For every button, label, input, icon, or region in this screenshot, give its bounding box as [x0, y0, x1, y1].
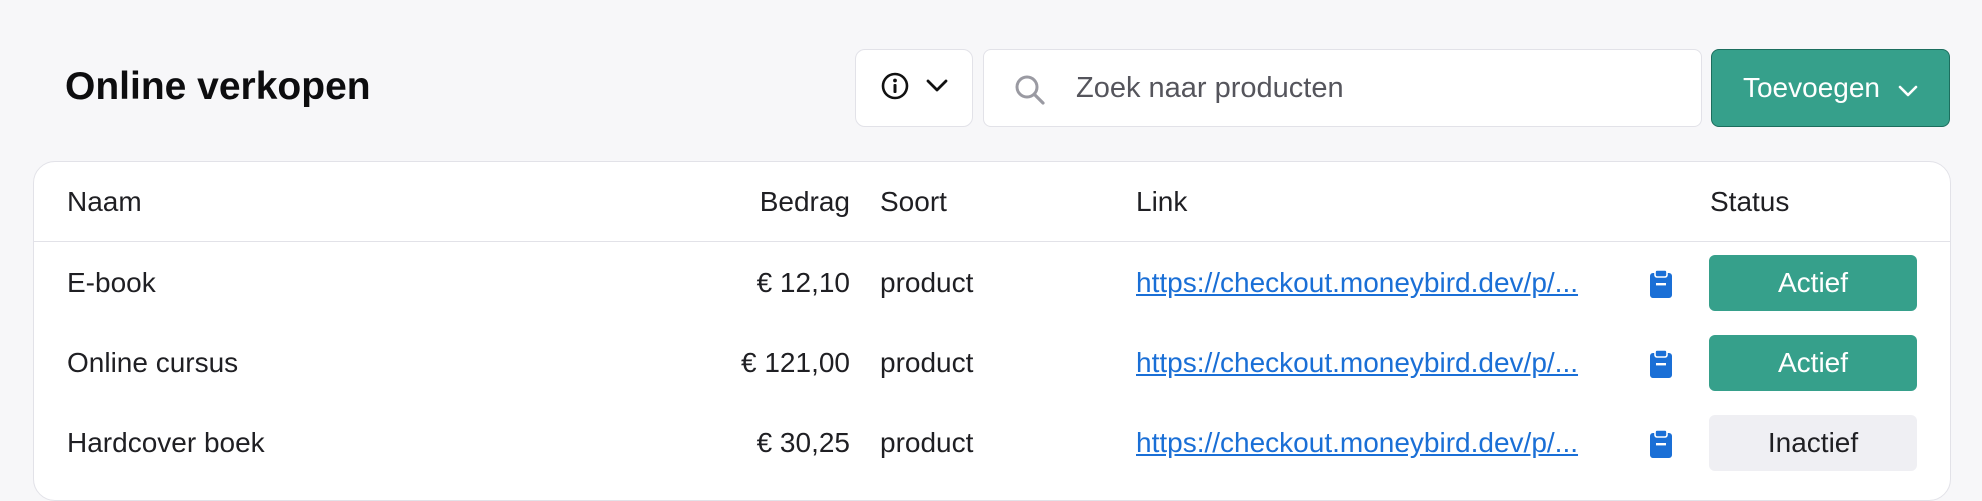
clipboard-icon[interactable] [1649, 269, 1673, 304]
status-badge[interactable]: Actief [1709, 255, 1917, 311]
row-type: product [880, 267, 974, 298]
add-button-label: Toevoegen [1742, 72, 1880, 103]
chevron-down-icon [926, 79, 948, 98]
search-icon [1014, 74, 1046, 111]
info-circle-icon [880, 71, 910, 106]
status-badge[interactable]: Actief [1709, 335, 1917, 391]
chevron-down-icon [1898, 72, 1918, 104]
checkout-link[interactable]: https://checkout.moneybird.dev/p/... [1136, 343, 1618, 383]
row-name: Online cursus [67, 347, 239, 378]
sales-table: Naam Bedrag Soort Link Status E-book € 1… [33, 161, 1951, 501]
add-button[interactable]: Toevoegen [1711, 49, 1950, 127]
row-type: product [880, 427, 974, 458]
table-row[interactable]: E-book € 12,10 product https://checkout.… [34, 243, 1950, 323]
page-header: Online verkopen Toevoegen [0, 0, 1982, 160]
table-row[interactable]: Online cursus € 121,00 product https://c… [34, 323, 1950, 403]
row-type: product [880, 347, 974, 378]
info-dropdown-button[interactable] [855, 49, 973, 127]
checkout-link[interactable]: https://checkout.moneybird.dev/p/... [1136, 263, 1618, 303]
status-badge[interactable]: Inactief [1709, 415, 1917, 471]
column-header-amount[interactable]: Bedrag [760, 182, 850, 222]
table-row[interactable]: Hardcover boek € 30,25 product https://c… [34, 403, 1950, 483]
page-title: Online verkopen [65, 65, 371, 108]
checkout-link[interactable]: https://checkout.moneybird.dev/p/... [1136, 423, 1618, 463]
row-name: E-book [67, 267, 156, 298]
clipboard-icon[interactable] [1649, 349, 1673, 384]
table-header: Naam Bedrag Soort Link Status [34, 162, 1950, 242]
row-amount: € 12,10 [756, 267, 850, 298]
column-header-name[interactable]: Naam [67, 182, 142, 222]
column-header-link[interactable]: Link [1136, 182, 1187, 222]
clipboard-icon[interactable] [1649, 429, 1673, 464]
row-amount: € 30,25 [756, 427, 850, 458]
column-header-status[interactable]: Status [1710, 182, 1789, 222]
column-header-type[interactable]: Soort [880, 182, 947, 222]
search-input[interactable] [1076, 50, 1676, 126]
row-amount: € 121,00 [741, 347, 850, 378]
search-box[interactable] [983, 49, 1702, 127]
row-name: Hardcover boek [67, 427, 265, 458]
